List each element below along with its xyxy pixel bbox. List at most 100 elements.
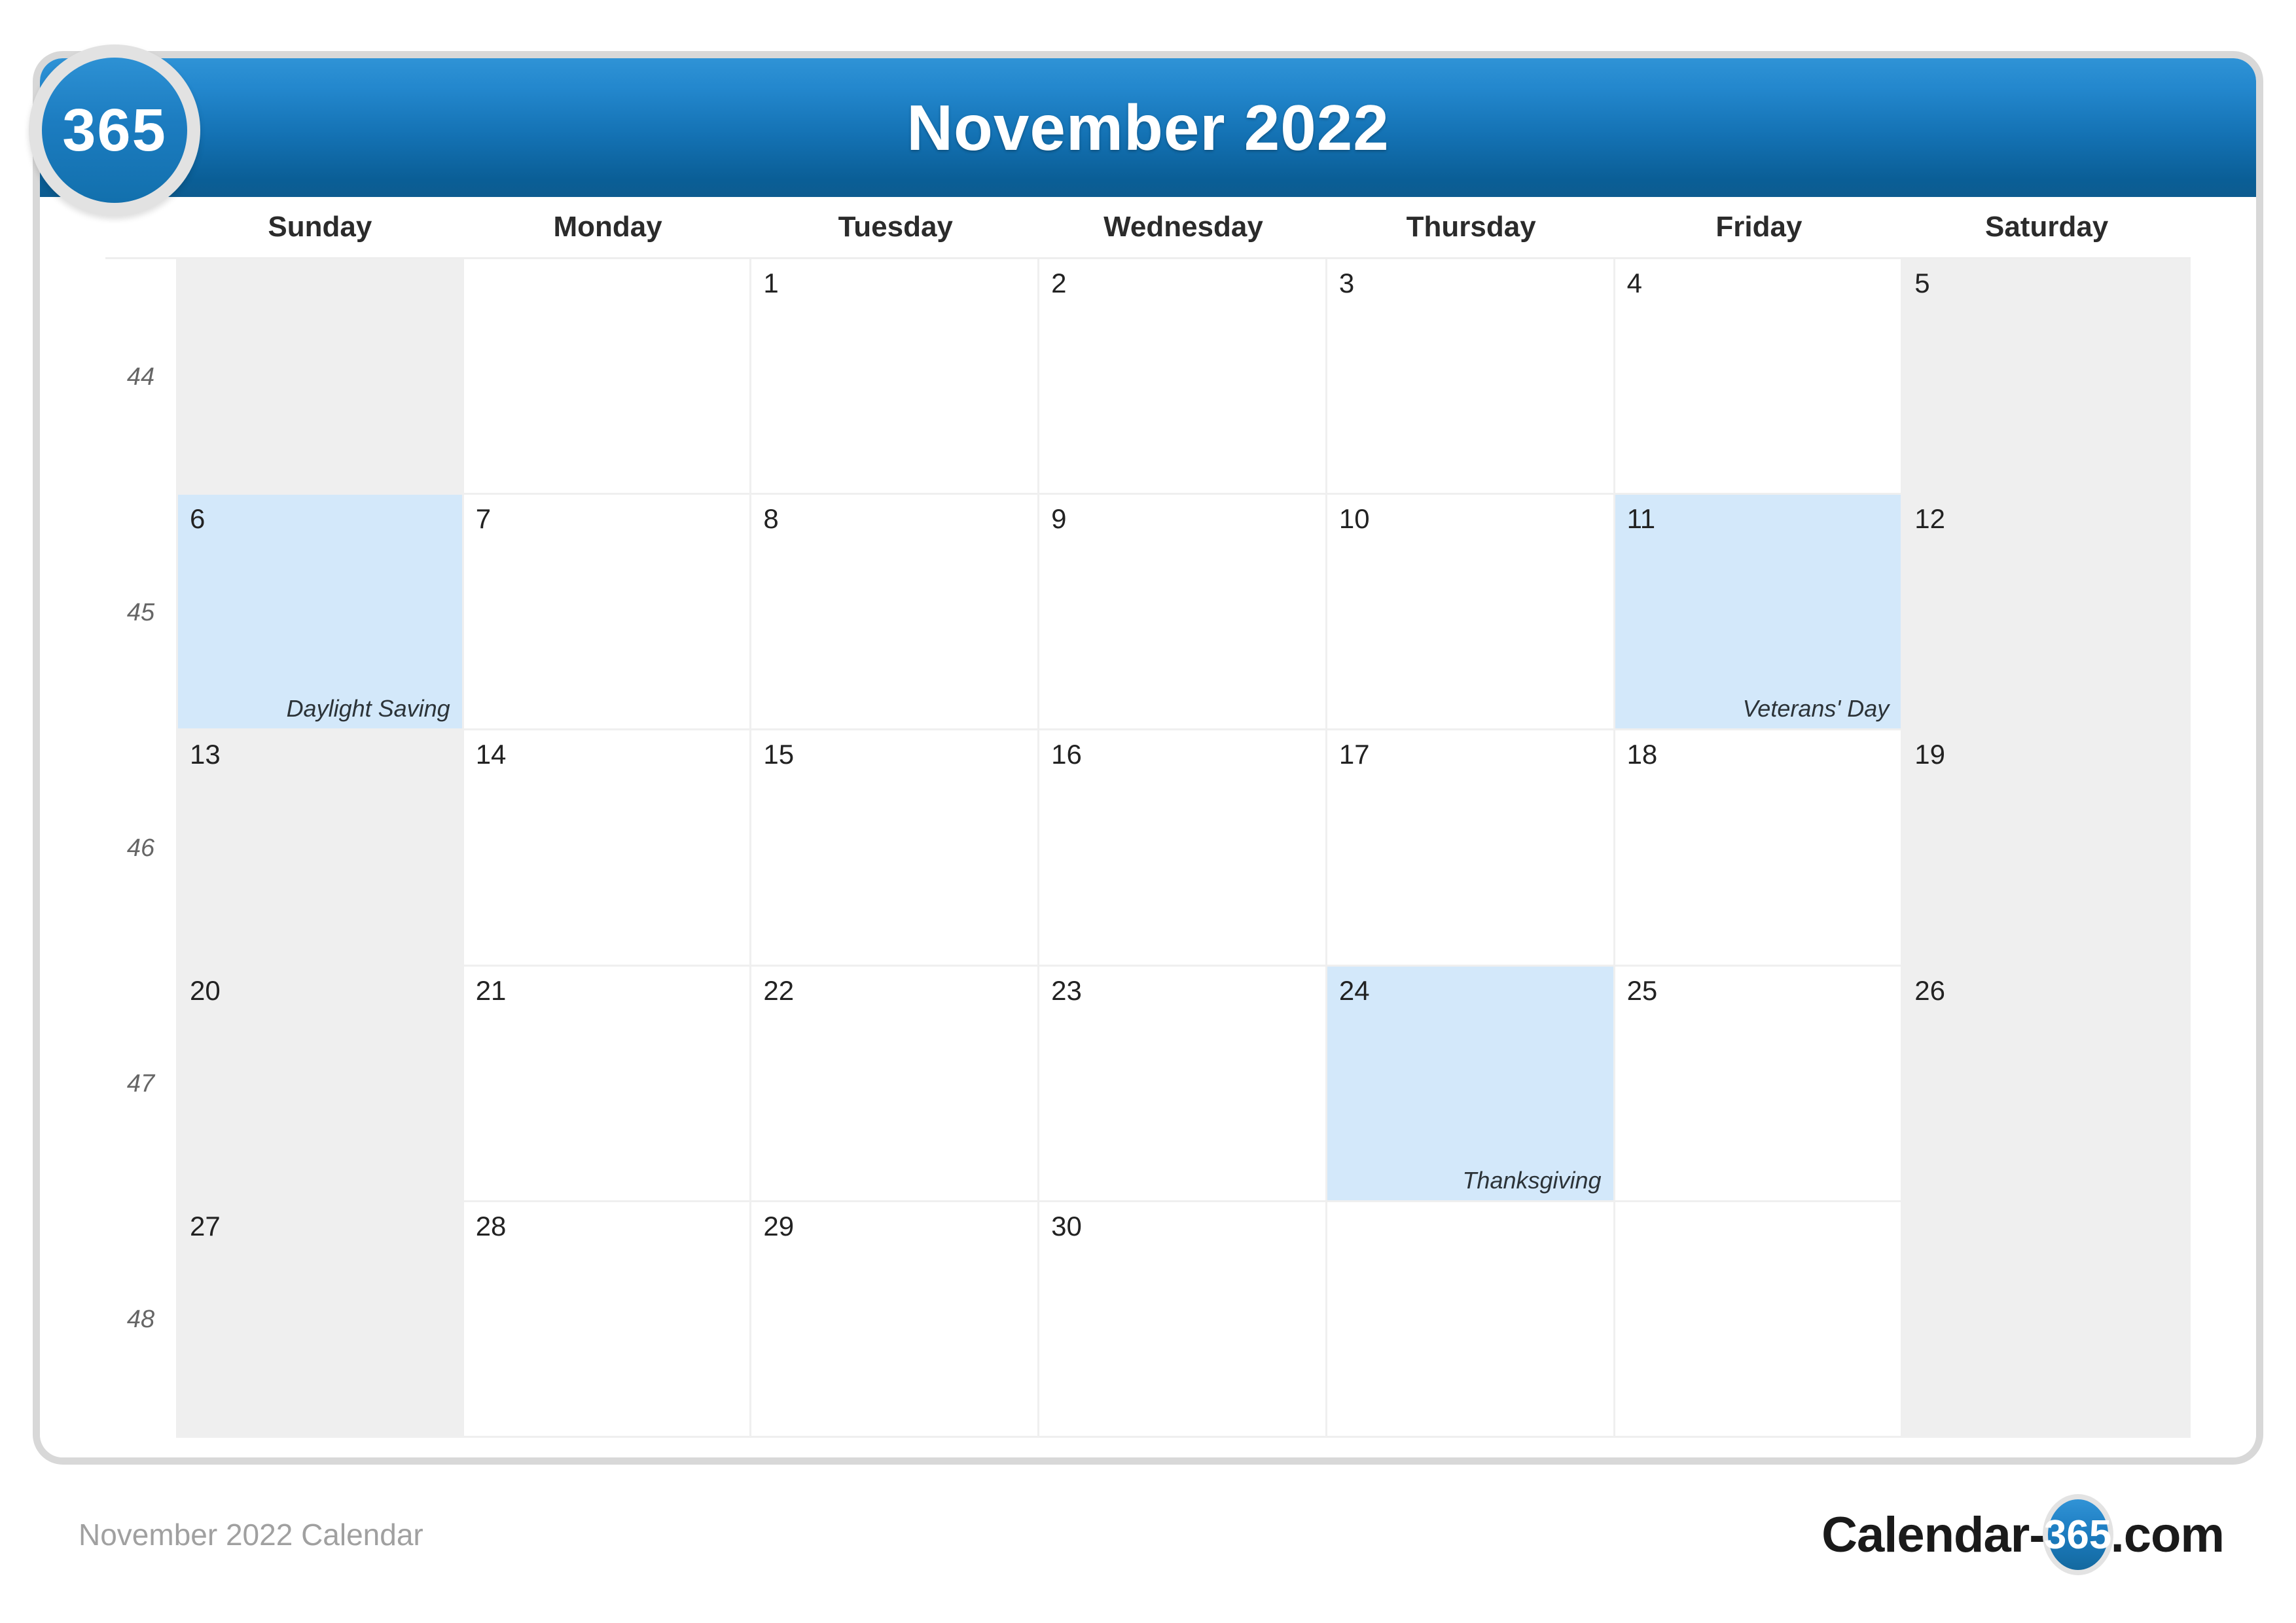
- footer-logo-suffix: .com: [2110, 1507, 2225, 1563]
- footer-caption: November 2022 Calendar: [79, 1518, 423, 1552]
- day-cell-empty: [1615, 1202, 1903, 1438]
- day-cell-3[interactable]: 3: [1327, 259, 1615, 495]
- day-cell-4[interactable]: 4: [1615, 259, 1903, 495]
- day-number: 29: [763, 1210, 795, 1241]
- day-number: 25: [1626, 974, 1658, 1006]
- calendar-page: November 2022 365 Sunday Monday Tuesday …: [0, 0, 2296, 1623]
- day-number: 7: [475, 503, 492, 535]
- day-number: 14: [475, 739, 507, 770]
- day-number: 20: [190, 974, 221, 1006]
- week-number: 45: [126, 598, 155, 626]
- day-cell-8[interactable]: 8: [751, 495, 1040, 731]
- calendar-header-bar: November 2022: [40, 58, 2256, 197]
- day-number: 28: [475, 1210, 507, 1241]
- day-cell-2[interactable]: 2: [1039, 259, 1327, 495]
- day-cell-23[interactable]: 23: [1039, 966, 1327, 1202]
- day-number: 19: [1914, 739, 1945, 770]
- day-number: 6: [190, 503, 206, 535]
- day-number: 23: [1051, 974, 1082, 1006]
- day-cell-22[interactable]: 22: [751, 966, 1040, 1202]
- day-number: 9: [1051, 503, 1067, 535]
- day-cell-5[interactable]: 5: [1903, 259, 2191, 495]
- week-number: 48: [126, 1306, 155, 1334]
- day-cell-19[interactable]: 19: [1903, 730, 2191, 967]
- day-cell-25[interactable]: 25: [1615, 966, 1903, 1202]
- day-number: 18: [1626, 739, 1658, 770]
- weekday-header-row: Sunday Monday Tuesday Wednesday Thursday…: [105, 197, 2191, 257]
- day-cell-9[interactable]: 9: [1039, 495, 1327, 731]
- day-number: 1: [763, 268, 779, 298]
- day-cell-26[interactable]: 26: [1903, 966, 2191, 1202]
- day-number: 3: [1338, 268, 1355, 298]
- day-cell-6[interactable]: 6 Daylight Saving: [176, 495, 464, 731]
- page-title: November 2022: [906, 91, 1390, 164]
- calendar-grid: Sunday Monday Tuesday Wednesday Thursday…: [40, 197, 2256, 1457]
- footer-brand-logo[interactable]: Calendar- 365 .com: [1821, 1494, 2225, 1575]
- day-cell-30[interactable]: 30: [1039, 1202, 1327, 1438]
- day-cell-28[interactable]: 28: [463, 1202, 752, 1438]
- day-cell-empty: [1903, 1202, 2191, 1438]
- day-number: 11: [1626, 503, 1656, 535]
- brand-logo-365: 365: [29, 45, 200, 216]
- week-row: 48 27 28 29 30: [105, 1202, 2191, 1438]
- day-event-label: Thanksgiving: [1462, 1166, 1602, 1194]
- weekday-header-monday: Monday: [553, 211, 662, 243]
- day-number: 21: [475, 974, 507, 1006]
- day-event-label: Veterans' Day: [1742, 695, 1890, 722]
- day-number: 16: [1051, 739, 1082, 770]
- weekday-header-sunday: Sunday: [268, 211, 372, 243]
- day-cell-7[interactable]: 7: [463, 495, 752, 731]
- day-cell-empty: [1327, 1202, 1615, 1438]
- day-cell-15[interactable]: 15: [751, 730, 1040, 967]
- week-number: 46: [126, 834, 155, 862]
- footer-logo-badge-text: 365: [2044, 1499, 2111, 1570]
- week-number: 47: [126, 1070, 155, 1098]
- day-number: 10: [1338, 503, 1370, 535]
- brand-logo-365-text: 365: [42, 58, 187, 203]
- day-number: 30: [1051, 1210, 1082, 1241]
- weekday-header-thursday: Thursday: [1406, 211, 1536, 243]
- day-number: 8: [763, 503, 779, 535]
- day-cell-12[interactable]: 12: [1903, 495, 2191, 731]
- footer-logo-prefix: Calendar-: [1821, 1507, 2046, 1563]
- week-row: 45 6 Daylight Saving 7 8 9 10 11 Veterans' Day 12: [105, 495, 2191, 731]
- page-footer: November 2022 Calendar Calendar- 365 .co…: [0, 1486, 2296, 1623]
- day-event-label: Daylight Saving: [286, 695, 450, 722]
- calendar-card: November 2022 365 Sunday Monday Tuesday …: [33, 51, 2263, 1465]
- day-number: 2: [1051, 268, 1067, 298]
- day-cell-14[interactable]: 14: [463, 730, 752, 967]
- week-number: 44: [126, 363, 155, 391]
- day-number: 4: [1626, 268, 1642, 298]
- day-cell-27[interactable]: 27: [176, 1202, 464, 1438]
- week-row: 44 1 2 3 4 5: [105, 259, 2191, 495]
- day-cell-18[interactable]: 18: [1615, 730, 1903, 967]
- day-number: 24: [1338, 974, 1370, 1006]
- day-number: 5: [1914, 268, 1930, 298]
- week-row: 47 20 21 22 23 24 Thanksgiving 25 26: [105, 966, 2191, 1202]
- day-number: 22: [763, 974, 795, 1006]
- day-cell-21[interactable]: 21: [463, 966, 752, 1202]
- day-cell-29[interactable]: 29: [751, 1202, 1040, 1438]
- week-row: 46 13 14 15 16 17 18 19: [105, 730, 2191, 967]
- weekday-header-tuesday: Tuesday: [838, 211, 953, 243]
- day-cell-24[interactable]: 24 Thanksgiving: [1327, 966, 1615, 1202]
- day-cell-10[interactable]: 10: [1327, 495, 1615, 731]
- day-cell-17[interactable]: 17: [1327, 730, 1615, 967]
- weekday-header-saturday: Saturday: [1984, 211, 2109, 243]
- day-cell-empty: [463, 259, 752, 495]
- day-number: 12: [1914, 503, 1945, 535]
- day-number: 13: [190, 739, 221, 770]
- calendar-week-rows: 44 1 2 3 4 5 45 6 Daylight Saving 7 8 9 10 11 Veterans…: [105, 257, 2191, 1438]
- footer-logo-badge-icon: 365: [2042, 1494, 2113, 1575]
- day-cell-20[interactable]: 20: [176, 966, 464, 1202]
- day-cell-11[interactable]: 11 Veterans' Day: [1615, 495, 1903, 731]
- day-number: 26: [1914, 974, 1945, 1006]
- day-cell-1[interactable]: 1: [751, 259, 1040, 495]
- day-cell-13[interactable]: 13: [176, 730, 464, 967]
- calendar-body: 3 6 5 Sunday Monday Tuesday Wednesday Thur…: [40, 197, 2256, 1457]
- day-number: 17: [1338, 739, 1370, 770]
- day-number: 15: [763, 739, 795, 770]
- day-cell-empty: [176, 259, 464, 495]
- day-cell-16[interactable]: 16: [1039, 730, 1327, 967]
- weekday-header-wednesday: Wednesday: [1103, 211, 1263, 243]
